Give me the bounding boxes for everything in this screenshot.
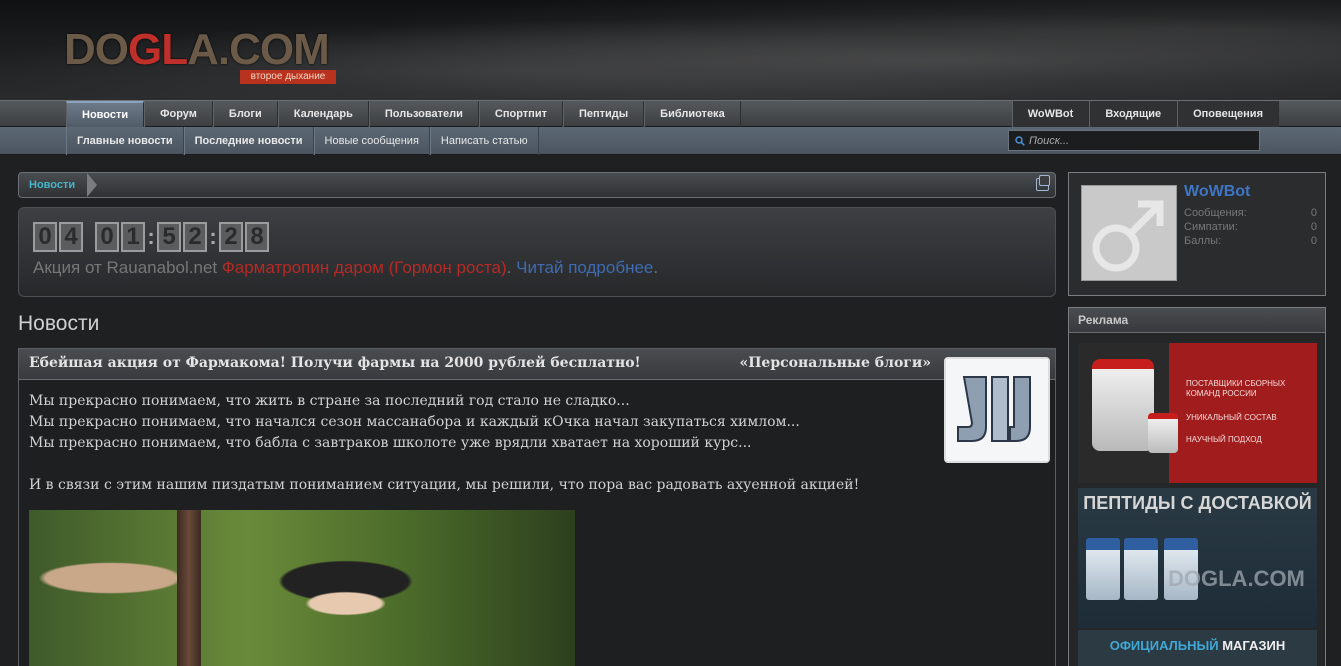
- timer-digit: 1: [121, 222, 145, 252]
- avatar[interactable]: [1081, 185, 1177, 281]
- subnav-new-posts[interactable]: Новые сообщения: [313, 127, 430, 155]
- site-logo[interactable]: DOGLA.COM второе дыхание: [64, 14, 338, 84]
- main-navigation: Новости Форум Блоги Календарь Пользовате…: [0, 100, 1341, 128]
- article-paragraph: Мы прекрасно понимаем, что бабла с завтр…: [29, 435, 752, 451]
- timer-digit: 0: [95, 222, 119, 252]
- promo-text: Акция от Rauanabol.net Фарматропин даром…: [33, 258, 659, 277]
- breadcrumb-current[interactable]: Новости: [19, 173, 85, 197]
- bcaa-jar-image: [1148, 413, 1178, 453]
- promo-highlight[interactable]: Фарматропин даром (Гормон роста): [222, 258, 507, 277]
- site-header: DOGLA.COM второе дыхание: [0, 0, 1341, 100]
- tab-forum[interactable]: Форум: [144, 101, 213, 128]
- timer-digit: 0: [33, 222, 57, 252]
- promo-read-more-link[interactable]: Читай подробнее: [516, 258, 653, 277]
- timer-digit: 5: [157, 222, 181, 252]
- tab-peptides[interactable]: Пептиды: [562, 101, 645, 128]
- timer-digit: 2: [183, 222, 207, 252]
- tab-account[interactable]: WoWBot: [1011, 101, 1090, 128]
- breadcrumb-arrow-icon: [87, 173, 97, 197]
- protein-jar-image: [1092, 359, 1154, 451]
- ad1-text: ПОСТАВЩИКИ СБОРНЫХ КОМАНД РОССИИ: [1186, 379, 1286, 398]
- stat-row: Баллы: 0: [1184, 235, 1317, 247]
- tab-blogs[interactable]: Блоги: [212, 101, 278, 128]
- subnav-latest-news[interactable]: Последние новости: [183, 127, 314, 155]
- ad-banner-peptides[interactable]: ПЕПТИДЫ С ДОСТАВКОЙ DOGLA.COM: [1078, 488, 1317, 628]
- ad2-title: ПЕПТИДЫ С ДОСТАВКОЙ: [1083, 493, 1312, 513]
- article-thumbnail[interactable]: [944, 357, 1050, 463]
- article-body: Мы прекрасно понимаем, что жить в стране…: [29, 391, 859, 496]
- search-box[interactable]: [1008, 130, 1260, 151]
- username[interactable]: WoWBot: [1184, 183, 1250, 201]
- ad2-brand: DOGLA.COM: [1168, 566, 1305, 591]
- stat-row: Симпатии: 0: [1184, 221, 1317, 233]
- article-paragraph: Мы прекрасно понимаем, что начался сезон…: [29, 414, 800, 430]
- tab-library[interactable]: Библиотека: [644, 101, 741, 128]
- vial-image: [1124, 538, 1158, 600]
- news-article: Ебейшая акция от Фармакома! Получи фармы…: [18, 348, 1056, 666]
- tab-alerts[interactable]: Оповещения: [1177, 101, 1279, 128]
- article-paragraph: Мы прекрасно понимаем, что жить в стране…: [29, 393, 630, 409]
- article-header: Ебейшая акция от Фармакома! Получи фармы…: [19, 349, 1055, 380]
- sub-navigation: Главные новости Последние новости Новые …: [0, 127, 1341, 155]
- subnav-write-article[interactable]: Написать статью: [429, 127, 539, 155]
- page-title: Новости: [18, 312, 100, 335]
- logo-tagline: второе дыхание: [240, 70, 336, 84]
- timer-digit: 8: [245, 222, 269, 252]
- article-photo: [29, 510, 575, 666]
- popout-icon[interactable]: [1036, 175, 1050, 191]
- tab-news[interactable]: Новости: [66, 101, 145, 128]
- article-title[interactable]: Ебейшая акция от Фармакома! Получи фармы…: [29, 355, 641, 371]
- logo-wordmark: DOGLA.COM: [64, 25, 330, 74]
- stat-row: Сообщения: 0: [1184, 207, 1317, 219]
- search-icon: [1015, 135, 1025, 146]
- user-panel: WoWBot Сообщения: 0 Симпатии: 0 Баллы: 0: [1068, 172, 1326, 296]
- photo-lamp-post: [177, 510, 201, 666]
- article-paragraph: И в связи с этим нашим пиздатым понимани…: [29, 477, 860, 493]
- subnav-main-news[interactable]: Главные новости: [66, 127, 184, 155]
- article-paragraph: [29, 454, 859, 475]
- tab-inbox[interactable]: Входящие: [1089, 101, 1178, 128]
- tab-calendar[interactable]: Календарь: [277, 101, 369, 128]
- ads-panel: Реклама ПОСТАВЩИКИ СБОРНЫХ КОМАНД РОССИИ…: [1068, 307, 1326, 666]
- user-stats: Сообщения: 0 Симпатии: 0 Баллы: 0: [1184, 206, 1317, 248]
- countdown-timer: 0 4 0 1 : 5 2 : 2 8: [33, 222, 271, 252]
- timer-digit: 2: [219, 222, 243, 252]
- timer-digit: 4: [59, 222, 83, 252]
- ads-heading: Реклама: [1069, 308, 1325, 333]
- breadcrumb: Новости: [18, 172, 1056, 198]
- male-symbol-icon: [1092, 200, 1164, 272]
- ad1-text: НАУЧНЫЙ ПОДХОД: [1186, 435, 1262, 444]
- ad-banner-official-store[interactable]: ОФИЦИАЛЬНЫЙ МАГАЗИН: [1078, 630, 1317, 666]
- tab-sportpit[interactable]: Спортпит: [478, 101, 563, 128]
- tab-users[interactable]: Пользователи: [368, 101, 479, 128]
- search-input[interactable]: [1029, 134, 1249, 147]
- vial-image: [1086, 538, 1120, 600]
- article-category[interactable]: «Персональные блоги»: [739, 355, 931, 371]
- ad1-text: УНИКАЛЬНЫЙ СОСТАВ: [1186, 413, 1277, 422]
- ad-banner-sportpit[interactable]: ПОСТАВЩИКИ СБОРНЫХ КОМАНД РОССИИ УНИКАЛЬ…: [1078, 343, 1317, 483]
- promo-banner: 0 4 0 1 : 5 2 : 2 8 Акция от Rauanabol.n…: [18, 207, 1056, 297]
- pharmacom-logo-icon: [946, 359, 1048, 461]
